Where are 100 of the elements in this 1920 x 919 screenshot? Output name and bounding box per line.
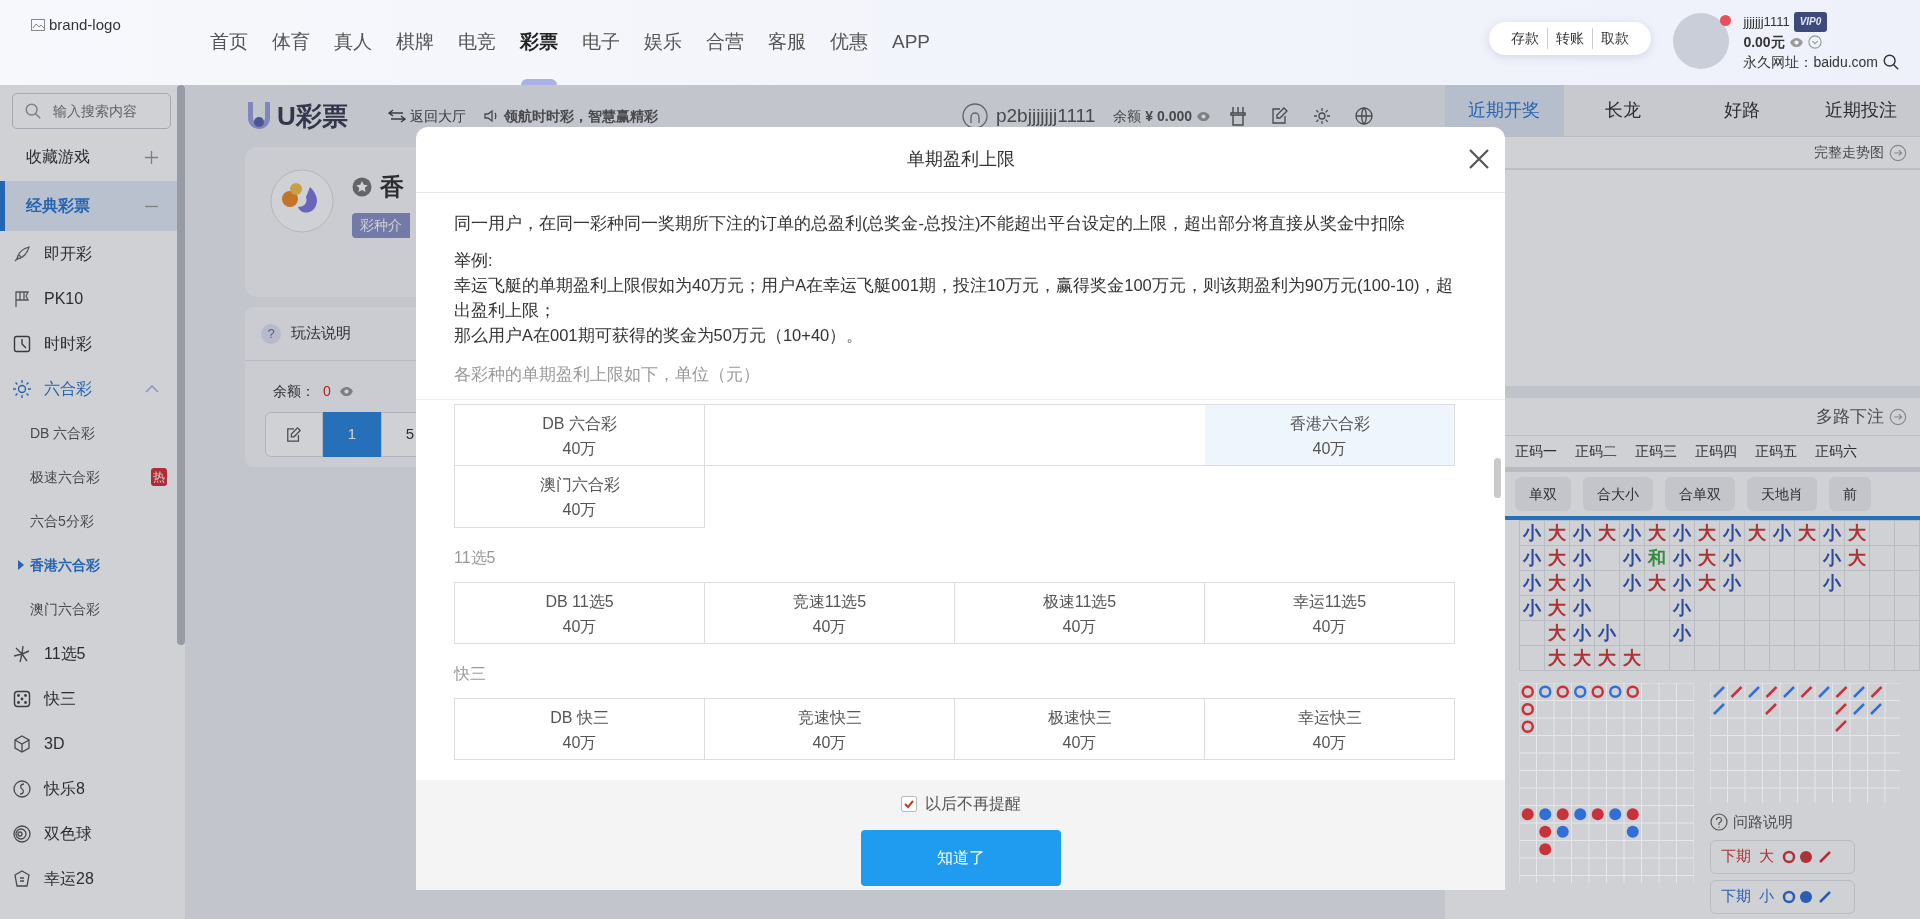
road-type-button[interactable]: 合单双: [1665, 477, 1735, 511]
road-mark: 大: [1648, 523, 1666, 543]
scrollbar-thumb[interactable]: [1494, 458, 1501, 498]
position-tab[interactable]: 正码一: [1506, 441, 1566, 462]
help-icon: [1710, 813, 1728, 832]
nav-link-item[interactable]: 优惠: [818, 0, 880, 85]
sidebar-section-label[interactable]: 收藏游戏: [26, 145, 90, 169]
plus-icon[interactable]: [144, 149, 159, 165]
road-mark: 小: [1573, 523, 1591, 543]
nav-link-item[interactable]: 首页: [198, 0, 260, 85]
close-button[interactable]: [1467, 147, 1491, 171]
chevron-down-icon[interactable]: [1807, 35, 1822, 49]
sidebar-subitem[interactable]: 澳门六合彩: [0, 587, 177, 631]
position-tab[interactable]: 正码六: [1806, 441, 1866, 462]
nav-link-item[interactable]: 体育: [260, 0, 322, 85]
nav-link-item[interactable]: 电子: [570, 0, 632, 85]
nav-link-item[interactable]: 合营: [694, 0, 756, 85]
sidebar-item[interactable]: 六合彩: [0, 366, 177, 411]
road-mark: 大: [1548, 523, 1566, 543]
trophy-icon[interactable]: [1229, 106, 1247, 126]
wallet-action-link[interactable]: 转账: [1547, 28, 1593, 49]
wallet-action-link[interactable]: 存款: [1503, 28, 1548, 49]
sidebar-item[interactable]: 双色球: [0, 811, 177, 856]
road-mark: 大: [1573, 648, 1591, 668]
sidebar-subitem[interactable]: 六合5分彩: [0, 499, 177, 543]
rings-icon: [12, 823, 32, 844]
account-name: p2bjjjjjjj1111: [996, 103, 1096, 128]
sidebar-subitem[interactable]: 极速六合彩 热: [0, 455, 177, 499]
sidebar-item[interactable]: 快乐8: [0, 766, 177, 811]
circle-icon: [12, 778, 32, 799]
road-mark: 小: [1673, 523, 1691, 543]
road-mark: 小: [1673, 598, 1691, 618]
eye-icon[interactable]: [338, 386, 354, 397]
scrollbar-thumb[interactable]: [177, 85, 185, 645]
sidebar-item[interactable]: 11选5: [0, 631, 177, 676]
limit-table-cell: 竞速快三 40万: [705, 698, 955, 760]
sidebar-item[interactable]: 时时彩: [0, 321, 177, 366]
sidebar-subitem[interactable]: 香港六合彩: [0, 543, 177, 587]
panel-tab[interactable]: 长龙: [1563, 85, 1683, 136]
settings-icon[interactable]: [1313, 107, 1331, 125]
sidebar-item[interactable]: 3D: [0, 721, 177, 766]
road-mark: 大: [1698, 523, 1716, 543]
checkbox[interactable]: [900, 796, 917, 812]
position-tab[interactable]: 正码五: [1746, 441, 1806, 462]
road-mark: 小: [1573, 573, 1591, 593]
edit-button[interactable]: [265, 412, 323, 457]
road-type-button[interactable]: 单双: [1515, 477, 1571, 511]
position-tab[interactable]: 正码二: [1566, 441, 1626, 462]
sidebar-item[interactable]: 快三: [0, 676, 177, 721]
road-type-button[interactable]: 前: [1829, 477, 1871, 511]
checkbox-label[interactable]: 以后不再提醒: [924, 792, 1021, 816]
multiplier-button[interactable]: 1: [323, 412, 381, 457]
avatar[interactable]: [1673, 13, 1730, 69]
balance-label: 余额: [1113, 106, 1142, 126]
prediction-box[interactable]: 下期 小: [1710, 879, 1855, 914]
sidebar-item[interactable]: 幸运28: [0, 856, 177, 901]
road-mark: 小: [1723, 548, 1741, 568]
panel-tab[interactable]: 好路: [1682, 85, 1802, 136]
nav-link-item[interactable]: 棋牌: [384, 0, 446, 85]
road-mark: 小: [1573, 548, 1591, 568]
search-icon[interactable]: [1882, 53, 1900, 71]
position-tab[interactable]: 正码四: [1686, 441, 1746, 462]
nav-link-item[interactable]: 彩票: [508, 0, 570, 85]
road-mark: 大: [1848, 523, 1866, 543]
balance-label: 余额：: [273, 382, 315, 401]
rocket-icon: [12, 243, 32, 264]
u-logo-icon: [245, 100, 273, 132]
sidebar-item[interactable]: 即开彩: [0, 231, 177, 276]
pinwheel-icon: [12, 643, 32, 664]
road-type-button[interactable]: 天地肖: [1747, 477, 1817, 511]
nav-link-item[interactable]: 娱乐: [632, 0, 694, 85]
ask-road-help-link[interactable]: 问路说明: [1710, 811, 1900, 834]
group-title: 快三: [454, 664, 487, 684]
road-mark: 小: [1623, 523, 1641, 543]
panel-tab[interactable]: 近期投注: [1801, 85, 1920, 136]
road-mark: 大: [1548, 648, 1566, 668]
limit-table-cell: DB 六合彩 40万: [455, 404, 705, 466]
road-mark: 小: [1673, 548, 1691, 568]
chevron-up-icon: [145, 384, 159, 393]
eye-icon[interactable]: [1788, 36, 1804, 48]
edit-icon[interactable]: [1271, 107, 1289, 125]
globe-icon[interactable]: [1355, 107, 1373, 125]
nav-link-item[interactable]: APP: [880, 0, 943, 85]
nav-link-item[interactable]: 真人: [322, 0, 384, 85]
caret-icon: [18, 560, 24, 570]
sidebar-item[interactable]: PK10: [0, 276, 177, 321]
back-to-lobby-link[interactable]: 返回大厅: [387, 105, 466, 127]
multi-bet-link[interactable]: 多路下注: [1816, 403, 1907, 430]
nav-link-item[interactable]: 电竞: [446, 0, 508, 85]
road-type-button[interactable]: 合大小: [1583, 477, 1653, 511]
sidebar-subitem[interactable]: DB 六合彩: [0, 411, 177, 455]
prediction-box[interactable]: 下期 大: [1710, 839, 1855, 874]
eye-icon[interactable]: [1196, 110, 1211, 122]
trend-chart-link[interactable]: 完整走势图: [1814, 142, 1907, 163]
wallet-action-link[interactable]: 取款: [1592, 28, 1638, 49]
help-label[interactable]: 玩法说明: [291, 322, 351, 345]
position-tab[interactable]: 正码三: [1626, 441, 1686, 462]
unit-note: 各彩种的单期盈利上限如下，单位（元）: [454, 364, 761, 385]
nav-link-item[interactable]: 客服: [756, 0, 818, 85]
search-field[interactable]: 输入搜索内容: [12, 93, 171, 129]
